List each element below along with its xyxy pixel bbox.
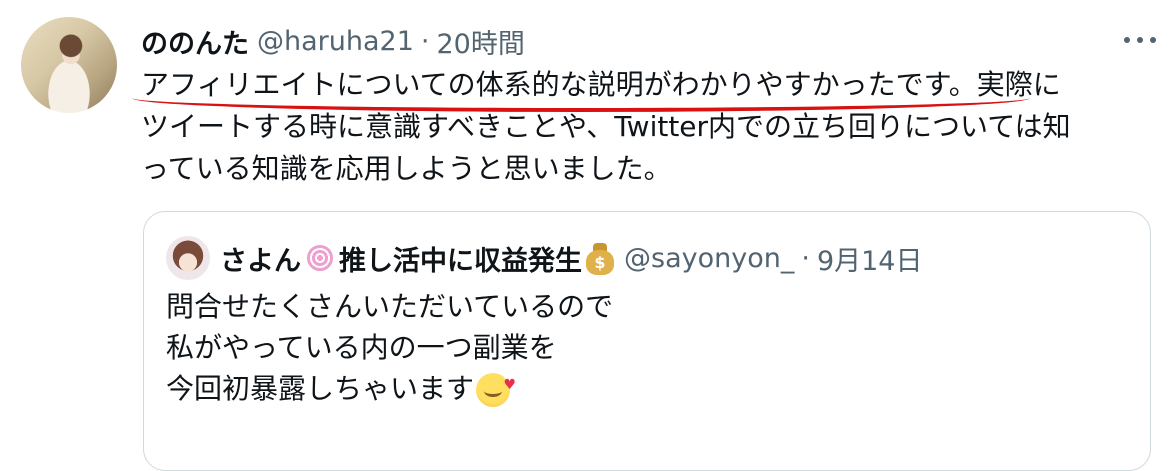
quoted-tweet-header: さよん 推し活中に収益発生 $ @sayonyon_ · 9月14日 bbox=[166, 236, 922, 280]
quoted-display-name: さよん bbox=[220, 245, 301, 277]
quoted-tweet[interactable]: さよん 推し活中に収益発生 $ @sayonyon_ · 9月14日 問合せたく… bbox=[143, 211, 1151, 471]
quoted-tweet-text: 問合せたくさんいただいているので 私がやっている内の一つ副業を 今回初暴露しちゃ… bbox=[166, 286, 613, 409]
tweet-text-line: っている知識を応用しようと思いました。 bbox=[141, 152, 672, 185]
display-name[interactable]: ののんた bbox=[141, 22, 249, 61]
quoted-text-line: 問合せたくさんいただいているので bbox=[166, 290, 614, 323]
spiral-icon bbox=[307, 245, 333, 271]
quoted-timestamp: 9月14日 bbox=[816, 245, 923, 277]
more-icon[interactable] bbox=[1124, 30, 1156, 50]
avatar[interactable] bbox=[21, 17, 117, 113]
separator-dot: · bbox=[420, 25, 430, 57]
separator-dot: · bbox=[801, 242, 810, 274]
quoted-text-line: 今回初暴露しちゃいます bbox=[166, 365, 613, 409]
smiling-face-with-hearts-icon bbox=[476, 365, 516, 407]
timestamp[interactable]: 20時間 bbox=[436, 22, 524, 61]
quoted-avatar bbox=[166, 236, 210, 280]
tweet-header: ののんた @haruha21 · 20時間 bbox=[141, 22, 525, 60]
user-handle[interactable]: @haruha21 bbox=[257, 26, 414, 57]
tweet-text: アフィリエイトについての体系的な説明がわかりやすかったです。実際に ツイートする… bbox=[141, 64, 1151, 190]
tweet-text-line: ツイートする時に意識すべきことや、Twitter内での立ち回りについては知 bbox=[141, 110, 1071, 143]
quoted-text-line: 私がやっている内の一つ副業を bbox=[166, 331, 557, 364]
quoted-user-handle: @sayonyon_ bbox=[624, 242, 795, 274]
quoted-name-suffix: 推し活中に収益発生 bbox=[339, 245, 582, 277]
moneybag-icon: $ bbox=[584, 240, 616, 276]
